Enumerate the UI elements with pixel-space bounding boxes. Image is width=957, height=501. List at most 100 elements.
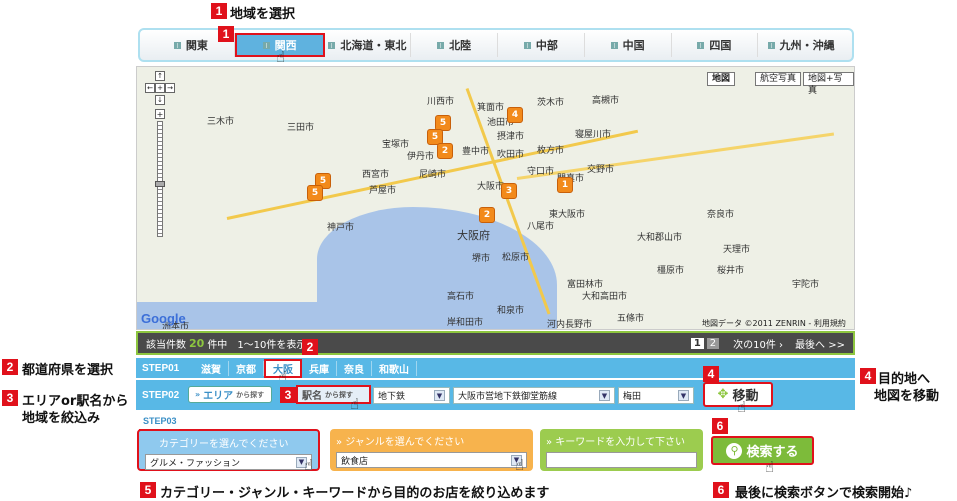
line-select[interactable]: 大阪市営地下鉄御堂筋線 ▼ — [453, 387, 615, 404]
move-arrows-icon: ✥ — [717, 387, 729, 402]
map[interactable]: ↑ ← + → ↓ + 地図 航空写真 地図+写真 川西市 箕面市 茨木市 高槻… — [136, 66, 855, 330]
callout-badge-1: 1 — [218, 26, 234, 42]
zoom-slider[interactable] — [157, 121, 163, 237]
double-arrow-icon: » — [195, 390, 201, 399]
city-label: 川西市 — [427, 97, 455, 107]
step01-label: STEP01 — [142, 362, 180, 374]
keyword-header: » キーワードを入力して下さい — [546, 437, 685, 448]
callout-text-2: 都道府県を選択 — [22, 363, 114, 378]
zoom-in-icon[interactable]: + — [155, 109, 165, 119]
hand-pointer-icon: ☝ — [765, 458, 775, 476]
city-label: 高石市 — [447, 292, 475, 302]
grid-icon — [173, 41, 181, 49]
category-select[interactable]: グルメ・ファッション ▼ — [145, 454, 312, 470]
line-value: 大阪市営地下鉄御堂筋線 — [458, 392, 558, 402]
station-select[interactable]: 梅田 ▼ — [618, 387, 694, 404]
hand-pointer-icon: ☝ — [515, 456, 525, 474]
pan-left-icon[interactable]: ← — [145, 83, 155, 93]
grid-icon — [697, 41, 705, 49]
next-page-link[interactable]: 次の10件 › — [733, 336, 783, 351]
city-label: 奈良市 — [707, 210, 735, 220]
callout-badge-2: 2 — [302, 339, 318, 355]
city-label: 摂津市 — [497, 132, 525, 142]
area-search-button[interactable]: » エリア から探す — [188, 386, 272, 403]
category-value: グルメ・ファッション — [150, 458, 241, 469]
zoom-thumb[interactable] — [155, 181, 165, 187]
map-type-satellite-button[interactable]: 航空写真 — [755, 72, 802, 86]
station-search-button[interactable]: 駅名 から探す — [296, 385, 371, 404]
callout-badge-6: 6 — [712, 418, 728, 434]
callout-text-4b: 地図を移動 — [874, 389, 940, 404]
city-label: 寝屋川市 — [575, 130, 612, 140]
city-label: 橿原市 — [657, 266, 685, 276]
map-marker[interactable]: 2 — [437, 143, 453, 159]
pan-down-icon[interactable]: ↓ — [155, 95, 165, 105]
tab-shikoku[interactable]: 四国 — [672, 33, 759, 57]
city-label: 和泉市 — [497, 306, 525, 316]
city-label: 河内長野市 — [547, 320, 593, 330]
callout-number-2: 2 — [2, 359, 18, 375]
map-zoom-control[interactable]: ↑ ← + → ↓ + — [145, 71, 175, 237]
city-label: 箕面市 — [477, 103, 505, 113]
city-label: 三田市 — [287, 123, 315, 133]
city-label: 大阪市 — [477, 182, 505, 192]
area-button-label: エリア — [203, 391, 234, 402]
page-link[interactable]: 2 — [706, 337, 720, 349]
grid-icon — [767, 41, 775, 49]
city-label: 三木市 — [207, 117, 235, 127]
city-label: 宇陀市 — [792, 280, 820, 290]
city-label: 高槻市 — [592, 96, 620, 106]
tab-chubu[interactable]: 中部 — [498, 33, 585, 57]
city-label: 吹田市 — [497, 150, 525, 160]
genre-box: » ジャンルを選んでください 飲食店 ▼ — [330, 429, 533, 471]
map-marker[interactable]: 5 — [307, 185, 323, 201]
genre-header: » ジャンルを選んでください — [336, 437, 465, 448]
map-type-map-button[interactable]: 地図 — [707, 72, 736, 86]
grid-icon — [437, 41, 445, 49]
last-page-link[interactable]: 最後へ >> — [795, 336, 845, 351]
search-button[interactable]: ⚲ 検索する — [711, 436, 814, 465]
genre-value: 飲食店 — [341, 456, 369, 467]
map-marker[interactable]: 1 — [557, 177, 573, 193]
callout-text-3b: 地域を絞込み — [22, 411, 101, 426]
hand-pointer-icon: ☝ — [350, 395, 360, 413]
station-button-suffix: から探す — [325, 390, 353, 399]
pref-kyoto[interactable]: 京都 — [229, 360, 264, 376]
city-label: 岸和田市 — [447, 318, 484, 328]
pref-hyogo[interactable]: 兵庫 — [302, 360, 337, 376]
pan-up-icon[interactable]: ↑ — [155, 71, 165, 81]
tab-kyushu-okinawa[interactable]: 九州・沖縄 — [758, 33, 844, 57]
map-copyright[interactable]: 地図データ ©2011 ZENRIN - 利用規約 — [702, 318, 846, 329]
tab-hokuriku[interactable]: 北陸 — [411, 33, 498, 57]
grid-icon — [610, 41, 618, 49]
chevron-down-icon: ▼ — [434, 390, 445, 401]
results-count: 20 — [189, 336, 205, 350]
keyword-input[interactable] — [546, 452, 697, 468]
callout-number-5: 5 — [140, 482, 156, 498]
city-label: 守口市 — [527, 167, 555, 177]
pref-shiga[interactable]: 滋賀 — [194, 360, 229, 376]
pref-nara[interactable]: 奈良 — [337, 360, 372, 376]
genre-select[interactable]: 飲食店 ▼ — [336, 452, 527, 468]
map-marker[interactable]: 3 — [501, 183, 517, 199]
pan-right-icon[interactable]: → — [165, 83, 175, 93]
callout-number-4: 4 — [860, 368, 876, 384]
city-label: 伊丹市 — [407, 152, 435, 162]
map-type-hybrid-button[interactable]: 地図+写真 — [803, 72, 854, 96]
city-label: 神戸市 — [327, 223, 355, 233]
genre-header-text: ジャンルを選んでください — [345, 437, 465, 448]
hand-pointer-icon: ☝ — [304, 456, 314, 474]
grid-icon — [328, 41, 336, 49]
tab-chugoku[interactable]: 中国 — [585, 33, 672, 57]
station-button-label: 駅名 — [302, 391, 322, 402]
map-marker[interactable]: 4 — [507, 107, 523, 123]
center-icon[interactable]: + — [155, 83, 165, 93]
hand-pointer-icon: ☝ — [276, 48, 286, 66]
results-prefix: 該当件数 — [146, 339, 186, 351]
line-type-select[interactable]: 地下鉄 ▼ — [373, 387, 450, 404]
google-logo: Google — [141, 311, 186, 326]
pref-wakayama[interactable]: 和歌山 — [372, 360, 417, 376]
map-marker[interactable]: 2 — [479, 207, 495, 223]
chevron-down-icon: ▼ — [678, 390, 689, 401]
tab-hokkaido-tohoku[interactable]: 北海道・東北 — [325, 33, 412, 57]
